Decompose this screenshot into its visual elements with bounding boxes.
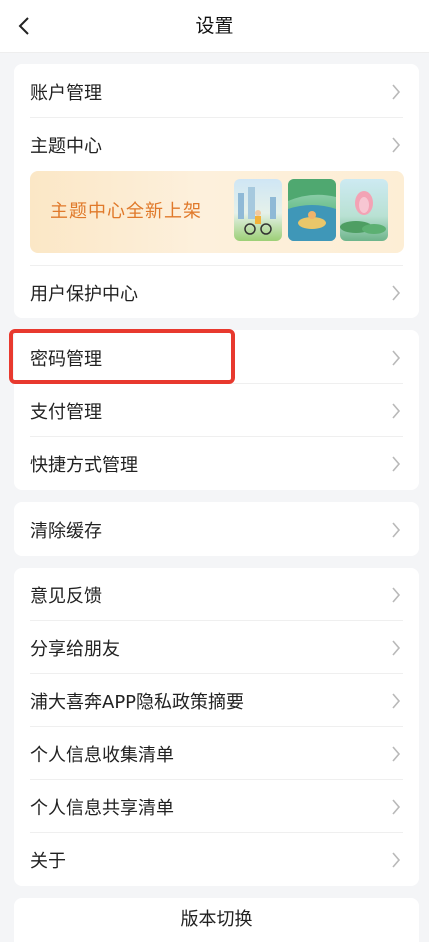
about-label: 关于 [30, 850, 66, 872]
feedback-label: 意见反馈 [30, 585, 102, 607]
info-collect-label: 个人信息收集清单 [30, 744, 174, 766]
privacy-summary-item[interactable]: 浦大喜奔APP隐私政策摘要 [30, 674, 419, 727]
user-protection-item[interactable]: 用户保护中心 [30, 266, 419, 319]
cyclist-image [238, 187, 276, 235]
theme-banner[interactable]: 主题中心全新上架 [30, 171, 404, 253]
account-management-item[interactable]: 账户管理 [30, 65, 419, 118]
chevron-right-icon [392, 745, 401, 762]
share-item[interactable]: 分享给朋友 [30, 621, 419, 674]
chevron-right-icon [392, 402, 401, 419]
chevron-right-icon [392, 349, 401, 366]
chevron-right-icon [392, 798, 401, 815]
theme-thumbnail-lotus [340, 179, 388, 241]
about-item[interactable]: 关于 [30, 833, 419, 886]
user-protection-label: 用户保护中心 [30, 283, 138, 305]
river-image [288, 179, 336, 241]
chevron-right-icon [392, 692, 401, 709]
feedback-item[interactable]: 意见反馈 [30, 568, 419, 621]
chevron-right-icon [392, 586, 401, 603]
lotus-image [340, 191, 386, 234]
chevron-right-icon [392, 639, 401, 656]
payment-management-item[interactable]: 支付管理 [30, 384, 419, 437]
theme-thumbnail-cycling [234, 179, 282, 241]
highlight-box [9, 329, 235, 384]
payment-management-label: 支付管理 [30, 401, 102, 423]
banner-title: 主题中心全新上架 [50, 201, 202, 222]
account-management-label: 账户管理 [30, 82, 102, 104]
page-title: 设置 [195, 15, 234, 37]
settings-group-about: 意见反馈 分享给朋友 浦大喜奔APP隐私政策摘要 个人信息收集清单 个人信息共享… [14, 568, 419, 886]
theme-center-label: 主题中心 [30, 135, 102, 157]
version-switch-label: 版本切换 [180, 909, 253, 930]
clear-cache-item[interactable]: 清除缓存 [30, 503, 419, 556]
privacy-summary-label: 浦大喜奔APP隐私政策摘要 [30, 691, 245, 713]
share-label: 分享给朋友 [30, 638, 120, 660]
info-share-item[interactable]: 个人信息共享清单 [30, 780, 419, 833]
theme-thumbnail-river [288, 179, 336, 241]
chevron-right-icon [392, 83, 401, 100]
chevron-right-icon [392, 521, 401, 538]
chevron-right-icon [392, 455, 401, 472]
theme-center-item[interactable]: 主题中心 [30, 118, 419, 171]
top-bar: 设置 [0, 0, 429, 53]
shortcut-management-item[interactable]: 快捷方式管理 [30, 437, 419, 490]
clear-cache-label: 清除缓存 [30, 520, 102, 542]
version-switch-button[interactable]: 版本切换 [14, 898, 419, 942]
settings-group-cache: 清除缓存 [14, 502, 419, 556]
chevron-right-icon [392, 851, 401, 868]
chevron-right-icon [392, 284, 401, 301]
info-share-label: 个人信息共享清单 [30, 797, 174, 819]
shortcut-management-label: 快捷方式管理 [30, 454, 138, 476]
info-collect-item[interactable]: 个人信息收集清单 [30, 727, 419, 780]
settings-group-account: 账户管理 主题中心 主题中心全新上架 用户保护中心 [14, 64, 419, 318]
chevron-right-icon [392, 136, 401, 153]
